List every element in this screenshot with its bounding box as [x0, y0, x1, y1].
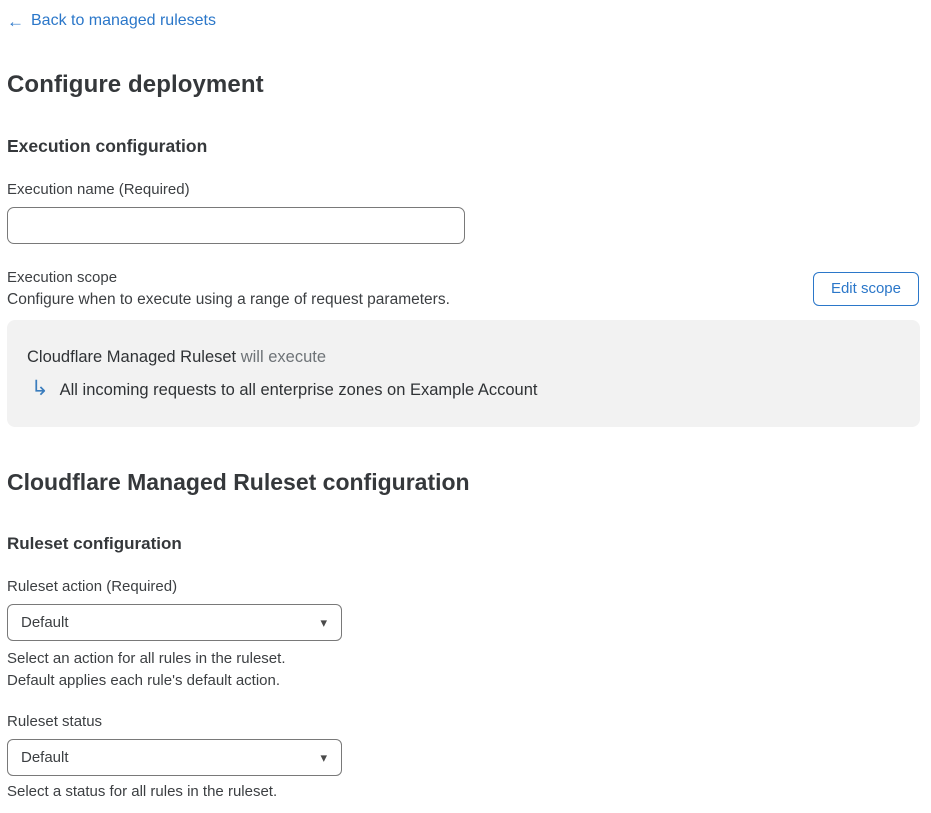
- branch-arrow-icon: ↳: [31, 376, 49, 400]
- ruleset-action-help-line-2: Default applies each rule's default acti…: [7, 671, 281, 689]
- ruleset-action-help: Select an action for all rules in the ru…: [7, 648, 919, 692]
- chevron-down-icon: ▾: [320, 614, 327, 630]
- ruleset-status-label: Ruleset status: [7, 712, 103, 730]
- configure-deployment-page: ← Back to managed rulesets Configure dep…: [0, 0, 925, 813]
- back-link-label: Back to managed rulesets: [31, 12, 216, 29]
- ruleset-status-select[interactable]: Default ▾: [7, 738, 342, 776]
- edit-scope-button[interactable]: Edit scope: [812, 271, 919, 306]
- chevron-down-icon: ▾: [320, 749, 327, 765]
- page-title: Configure deployment: [7, 70, 264, 98]
- scope-summary-line: Cloudflare Managed Ruleset will execute: [27, 348, 900, 367]
- execution-configuration-heading: Execution configuration: [7, 135, 208, 156]
- ruleset-action-selected-value: Default: [21, 613, 69, 631]
- ruleset-action-help-line-1: Select an action for all rules in the ru…: [7, 649, 286, 667]
- execution-name-label: Execution name (Required): [7, 180, 190, 198]
- scope-summary-detail: All incoming requests to all enterprise …: [59, 380, 538, 399]
- ruleset-status-selected-value: Default: [21, 748, 69, 766]
- execution-scope-text: Execution scope Configure when to execut…: [7, 269, 450, 309]
- back-arrow-icon: ←: [7, 11, 24, 31]
- scope-summary-panel: Cloudflare Managed Ruleset will execute …: [7, 319, 920, 427]
- ruleset-configuration-subheading: Ruleset configuration: [7, 533, 182, 553]
- ruleset-status-help: Select a status for all rules in the rul…: [7, 781, 919, 803]
- scope-summary-detail-line: ↳ All incoming requests to all enterpris…: [31, 376, 900, 401]
- ruleset-action-label: Ruleset action (Required): [7, 577, 178, 595]
- back-to-managed-rulesets-link[interactable]: ← Back to managed rulesets: [7, 12, 216, 30]
- execution-name-input[interactable]: [7, 206, 465, 244]
- ruleset-configuration-section-heading: Cloudflare Managed Ruleset configuration: [7, 468, 470, 495]
- execution-scope-label: Execution scope: [7, 268, 118, 286]
- execution-scope-row: Execution scope Configure when to execut…: [7, 269, 919, 309]
- execution-scope-description: Configure when to execute using a range …: [7, 290, 450, 308]
- scope-summary-suffix: will execute: [236, 347, 327, 366]
- ruleset-status-help-line-1: Select a status for all rules in the rul…: [7, 782, 278, 800]
- scope-summary-ruleset-name: Cloudflare Managed Ruleset: [27, 347, 237, 366]
- ruleset-action-select[interactable]: Default ▾: [7, 603, 342, 641]
